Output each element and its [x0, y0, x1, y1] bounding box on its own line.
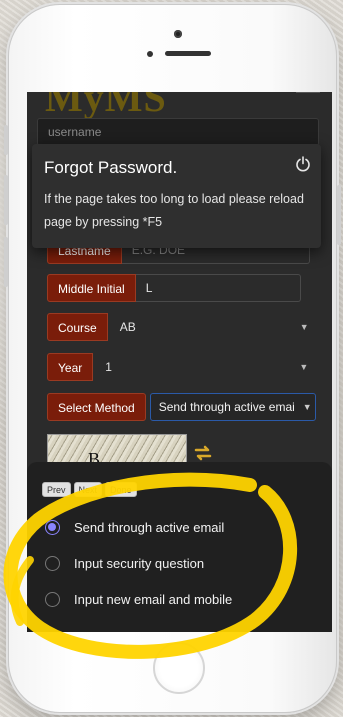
- option-send-email[interactable]: Send through active email: [45, 520, 224, 535]
- app-logo: MyMS: [45, 92, 167, 120]
- speaker-grille: [147, 50, 211, 57]
- select-method-value: Send through active emai: [158, 400, 295, 414]
- menu-icon[interactable]: [296, 92, 320, 93]
- option-security-question[interactable]: Input security question: [45, 556, 204, 571]
- caret-down-icon: ▼: [299, 362, 309, 372]
- prev-button[interactable]: Prev: [42, 482, 71, 497]
- volume-down-button: [4, 237, 8, 287]
- power-button: [337, 185, 341, 245]
- option-new-email-mobile[interactable]: Input new email and mobile: [45, 592, 232, 607]
- option-label: Input security question: [74, 556, 205, 571]
- option-label: Input new email and mobile: [74, 592, 233, 607]
- mute-switch: [4, 125, 8, 155]
- radio-unchecked-icon[interactable]: [45, 556, 60, 571]
- year-label: Year: [47, 353, 94, 381]
- toast-message: If the page takes too long to load pleas…: [44, 192, 304, 229]
- home-button[interactable]: [153, 642, 205, 694]
- forgot-password-toast: Forgot Password. If the page takes too l…: [32, 144, 321, 248]
- course-select[interactable]: AB ▼: [108, 313, 313, 341]
- course-value: AB: [119, 320, 136, 334]
- camera-icon: [174, 30, 182, 38]
- power-icon[interactable]: [295, 156, 311, 172]
- year-value: 1: [105, 360, 112, 374]
- select-method-row: Select Method Send through active emai ▼: [47, 393, 316, 421]
- volume-up-button: [4, 175, 8, 225]
- course-label: Course: [47, 313, 108, 341]
- option-label: Send through active email: [74, 520, 225, 535]
- middle-initial-label: Middle Initial: [47, 274, 136, 302]
- done-button[interactable]: Done: [105, 482, 137, 497]
- username-input[interactable]: username: [37, 118, 319, 146]
- picker-toolbar: Prev Next Done: [42, 482, 137, 497]
- year-row: Year 1 ▼: [47, 353, 312, 381]
- middle-initial-row: Middle Initial L: [47, 274, 301, 302]
- middle-initial-input[interactable]: L: [135, 274, 301, 302]
- select-method-label: Select Method: [47, 393, 146, 421]
- radio-unchecked-icon[interactable]: [45, 592, 60, 607]
- radio-checked-icon[interactable]: [45, 520, 60, 535]
- caret-down-icon: ▼: [302, 402, 312, 412]
- refresh-icon[interactable]: [193, 444, 213, 462]
- next-button[interactable]: Next: [73, 482, 103, 497]
- screen: MyMS username Lastname E.G. DOE Middle I…: [27, 92, 332, 632]
- method-picker-sheet: Prev Next Done Send through active email…: [27, 462, 332, 632]
- toast-title: Forgot Password.: [44, 158, 178, 177]
- select-method-select[interactable]: Send through active emai ▼: [149, 393, 316, 421]
- course-row: Course AB ▼: [47, 313, 313, 341]
- caret-down-icon: ▼: [299, 322, 309, 332]
- year-select[interactable]: 1 ▼: [93, 353, 312, 381]
